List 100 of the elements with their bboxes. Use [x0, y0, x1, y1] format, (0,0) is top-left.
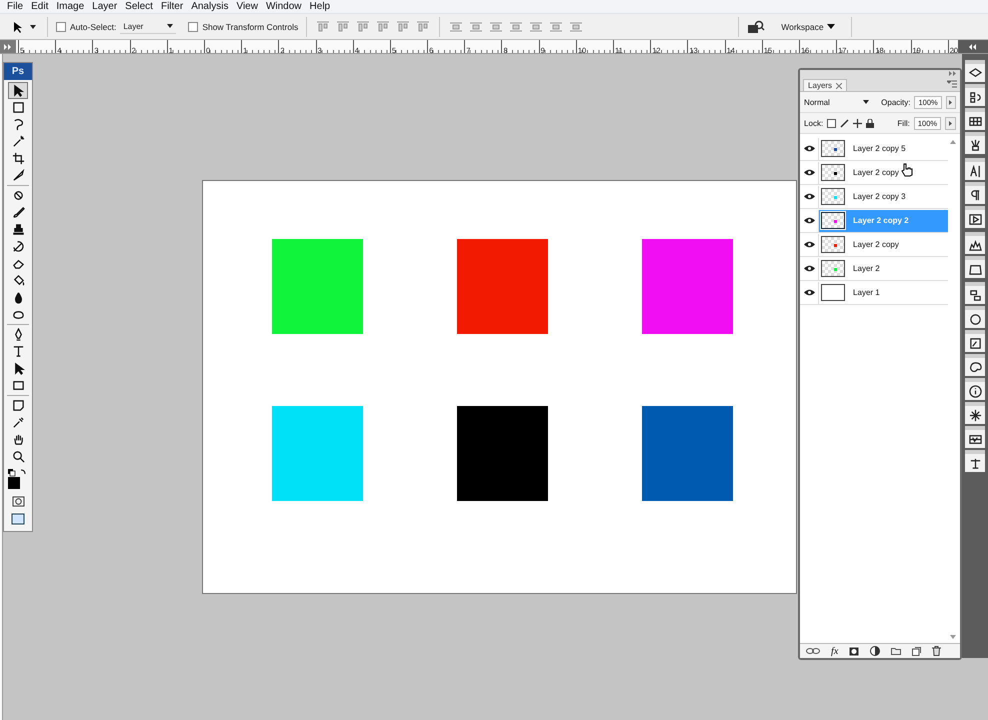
- rectangle-icon: [12, 379, 24, 392]
- dock-button[interactable]: [965, 132, 986, 154]
- layer-name: Layer 2 copy 5: [853, 144, 906, 153]
- dock-button[interactable]: [965, 282, 986, 304]
- collapse-icon[interactable]: [0, 40, 16, 53]
- dock-button[interactable]: [965, 158, 986, 180]
- tool-button[interactable]: [8, 82, 28, 99]
- dock-button[interactable]: [965, 354, 986, 376]
- crop-icon: [12, 152, 24, 165]
- layers-tab[interactable]: Layers: [803, 79, 848, 91]
- hand-cursor-icon: [901, 162, 914, 176]
- eraser-icon: [12, 257, 24, 270]
- info-icon: [968, 384, 982, 398]
- brush-icon[interactable]: [840, 118, 850, 128]
- menu-item[interactable]: Help: [306, 1, 336, 12]
- dock-button[interactable]: [965, 256, 986, 278]
- dock-button[interactable]: [965, 330, 986, 352]
- caret-icon: [826, 24, 835, 29]
- layer-name: Layer 2: [853, 264, 880, 273]
- eye-icon: [804, 145, 815, 152]
- expand-icon[interactable]: [958, 40, 988, 53]
- layer-name: Layer 2 copy 3: [853, 192, 906, 201]
- layer-thumbnail: [821, 284, 846, 301]
- knife-icon: [12, 169, 24, 182]
- dock-button[interactable]: [965, 60, 986, 82]
- folder-icon[interactable]: [891, 647, 902, 655]
- checkbox[interactable]: [188, 22, 198, 32]
- character-icon: [968, 164, 982, 178]
- lasso-icon: [12, 118, 24, 131]
- scroll-up-icon[interactable]: [950, 140, 956, 144]
- opacity-label: Opacity:: [881, 98, 910, 106]
- menu-item[interactable]: Image: [53, 1, 90, 12]
- menu-item[interactable]: Select: [122, 1, 158, 12]
- note-icon: [12, 399, 24, 412]
- layer-row[interactable]: Layer 1: [819, 282, 948, 304]
- lock-transparency-icon[interactable]: [827, 118, 836, 128]
- checkbox[interactable]: [56, 22, 66, 32]
- dock-button[interactable]: [965, 378, 986, 400]
- menu-item[interactable]: Layer: [89, 1, 122, 12]
- eyedropper-icon: [12, 416, 24, 429]
- magic-wand-icon: [12, 135, 24, 148]
- layer-name: Layer 1: [853, 288, 880, 297]
- layer-row[interactable]: Layer 2 copy: [819, 234, 948, 256]
- auto-select-label: Auto-Select:: [70, 22, 116, 32]
- adjustment-icon[interactable]: [870, 646, 880, 656]
- dock-button[interactable]: [965, 108, 986, 130]
- layer-name: Layer 2 copy: [853, 240, 899, 249]
- caret-icon: [949, 100, 952, 104]
- lock-label: Lock:: [804, 118, 824, 128]
- dock-button[interactable]: [965, 450, 986, 472]
- dock-button[interactable]: [965, 426, 986, 448]
- slider-button[interactable]: [946, 96, 956, 108]
- trash-icon[interactable]: [932, 646, 942, 656]
- link-icon[interactable]: [806, 647, 820, 655]
- dock-button[interactable]: [965, 402, 986, 424]
- menu-icon[interactable]: [947, 80, 958, 88]
- marquee-icon: [12, 101, 24, 114]
- histogram-icon: [968, 238, 982, 252]
- dock-button[interactable]: [965, 232, 986, 254]
- bridge-icon[interactable]: [747, 20, 766, 34]
- blend-mode-dropdown[interactable]: Normal: [804, 98, 870, 106]
- menu-item[interactable]: Filter: [158, 1, 188, 12]
- layer-row[interactable]: Layer 2 copy 5: [819, 138, 948, 160]
- dock-button[interactable]: [965, 182, 986, 204]
- play-icon: [968, 212, 982, 226]
- eye-icon: [804, 169, 815, 176]
- brush-presets-icon: [968, 138, 982, 152]
- caret-icon: [949, 120, 952, 126]
- menu-item[interactable]: Edit: [28, 1, 54, 12]
- menu-item[interactable]: File: [4, 1, 28, 12]
- auto-select-dropdown[interactable]: Layer: [120, 20, 176, 34]
- layer-row[interactable]: Layer 2: [819, 258, 948, 280]
- zoom-icon: [12, 450, 24, 463]
- eye-icon: [804, 265, 815, 272]
- layer-row[interactable]: Layer 2 copy 3: [819, 186, 948, 208]
- lock-icon[interactable]: [866, 118, 874, 128]
- move-icon[interactable]: [853, 118, 862, 128]
- scroll-down-icon[interactable]: [950, 635, 956, 639]
- menu-item[interactable]: Analysis: [188, 1, 234, 12]
- dock-button[interactable]: [965, 84, 986, 106]
- layer-row[interactable]: Layer 2 copy: [819, 162, 948, 184]
- close-icon[interactable]: [836, 82, 842, 88]
- slider-button[interactable]: [945, 116, 956, 130]
- screen-mode-icon[interactable]: [11, 512, 25, 524]
- eye-icon: [804, 217, 815, 224]
- layer-style-button[interactable]: fx: [831, 646, 838, 656]
- layers-icon: [968, 66, 982, 80]
- dock-button[interactable]: [965, 206, 986, 228]
- fill-label: Fill:: [897, 118, 910, 128]
- eye-icon: [804, 289, 815, 296]
- stamp-icon: [12, 223, 24, 236]
- eye-icon: [804, 193, 815, 200]
- workspace-menu[interactable]: Workspace: [781, 22, 835, 32]
- dock-button[interactable]: [965, 306, 986, 328]
- menu-item[interactable]: View: [233, 1, 263, 12]
- menu-item[interactable]: Window: [262, 1, 307, 12]
- eye-icon: [804, 241, 815, 248]
- quick-mask-icon[interactable]: [12, 496, 24, 507]
- new-layer-icon[interactable]: [912, 646, 922, 656]
- mask-icon[interactable]: [849, 646, 860, 656]
